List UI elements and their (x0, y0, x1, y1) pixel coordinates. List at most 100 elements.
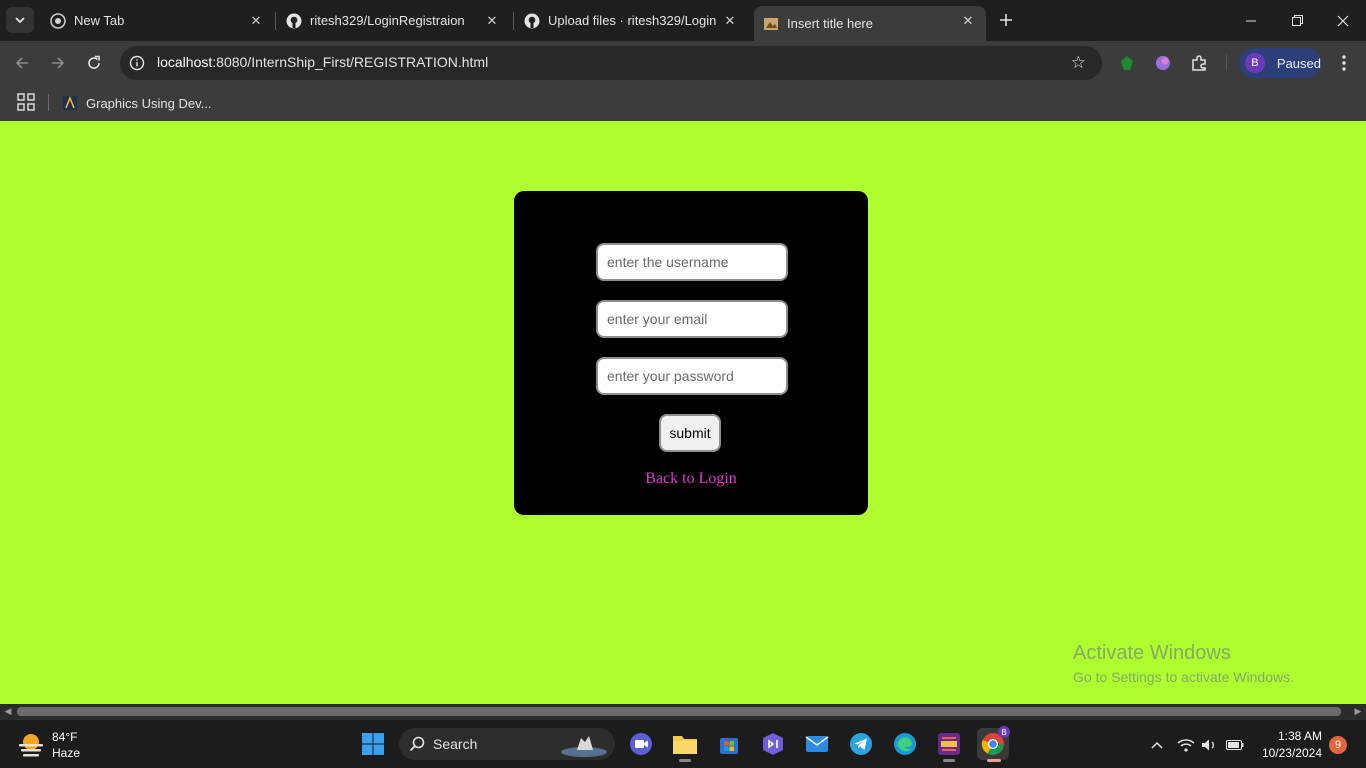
bookmark-label: Graphics Using Dev... (86, 95, 212, 111)
speaker-icon (1202, 739, 1214, 750)
running-indicator (679, 759, 691, 762)
clock-time: 1:38 AM (1277, 729, 1322, 743)
close-icon[interactable]: ✕ (960, 13, 976, 29)
plus-icon (1000, 14, 1012, 26)
running-indicator (987, 759, 1001, 762)
submit-button[interactable]: submit (659, 414, 721, 452)
minimize-button[interactable] (1228, 0, 1274, 41)
profile-button[interactable]: B Paused (1239, 48, 1321, 78)
bookmark-star-icon[interactable]: ☆ (1071, 53, 1086, 73)
extension-green-icon[interactable] (1115, 51, 1139, 75)
edge-icon (894, 733, 916, 755)
watermark-subtitle: Go to Settings to activate Windows. (1073, 669, 1294, 685)
scrollbar-thumb[interactable] (17, 707, 1341, 716)
address-bar[interactable]: localhost:8080/InternShip_First/REGISTRA… (120, 46, 1102, 80)
password-input[interactable] (596, 357, 788, 395)
haze-sun-icon (19, 734, 43, 757)
email-input[interactable] (596, 300, 788, 338)
tab-title: Upload files · ritesh329/LoginRe (548, 13, 716, 28)
arrow-right-icon (52, 57, 65, 69)
taskbar-game-app[interactable] (933, 728, 965, 762)
minimize-icon (1246, 20, 1256, 21)
weather-desc: Haze (52, 746, 81, 760)
windows-taskbar: 84°F Haze Search B 1:38 AM 10/23/2024 9 (0, 719, 1366, 768)
taskbar-telegram[interactable] (845, 728, 877, 760)
username-input[interactable] (596, 243, 788, 281)
scroll-right-icon[interactable]: ▶ (1352, 706, 1364, 717)
taskbar-file-explorer[interactable] (669, 728, 701, 762)
wifi-icon (1177, 738, 1195, 752)
back-to-login-link[interactable]: Back to Login (514, 470, 868, 488)
horizontal-scrollbar[interactable]: ◀ ▶ (0, 704, 1366, 719)
close-icon[interactable]: ✕ (248, 13, 264, 29)
url-host: localhost (157, 54, 213, 70)
bookmark-graphics[interactable]: Graphics Using Dev... (62, 91, 211, 115)
github-icon (286, 13, 302, 29)
video-call-icon (630, 733, 652, 755)
chevron-up-icon (1151, 741, 1163, 749)
windows-logo-icon (362, 733, 384, 755)
bookmarks-divider (48, 94, 49, 111)
page-viewport: submit Back to Login Activate Windows Go… (0, 121, 1366, 704)
tab-search-button[interactable] (6, 7, 34, 33)
info-icon[interactable] (128, 54, 146, 72)
close-window-button[interactable] (1320, 0, 1366, 41)
mail-icon (805, 736, 829, 752)
start-button[interactable] (357, 728, 389, 760)
visual-studio-icon (763, 733, 783, 755)
bookmark-favicon-icon (63, 95, 77, 110)
game-app-icon (938, 733, 960, 755)
clock-date: 10/23/2024 (1261, 746, 1322, 760)
notification-badge[interactable]: 9 (1329, 736, 1347, 754)
watermark-title: Activate Windows (1073, 642, 1231, 664)
chevron-down-icon (15, 17, 25, 24)
avatar: B (1245, 53, 1265, 73)
folder-icon (673, 736, 697, 754)
taskbar-store[interactable] (713, 728, 745, 760)
system-clock[interactable]: 1:38 AM 10/23/2024 (1252, 728, 1322, 762)
tab-github-repo[interactable]: ritesh329/LoginRegistraion ✕ (272, 0, 510, 41)
url-path: :8080/InternShip_First/REGISTRATION.html (212, 54, 489, 70)
weather-temp: 84°F (52, 730, 78, 744)
running-indicator (943, 759, 955, 762)
search-label: Search (433, 736, 478, 752)
bookmarks-bar: Graphics Using Dev... (0, 85, 1366, 121)
arrow-left-icon (15, 57, 28, 69)
restore-button[interactable] (1274, 0, 1320, 41)
scroll-left-icon[interactable]: ◀ (2, 706, 14, 717)
tray-overflow-button[interactable] (1150, 720, 1164, 768)
taskbar-edge[interactable] (889, 728, 921, 760)
taskbar-search[interactable]: Search (399, 728, 615, 760)
new-tab-button[interactable] (994, 8, 1018, 32)
reload-button[interactable] (81, 50, 107, 76)
more-vertical-icon (1342, 55, 1346, 71)
chrome-icon (50, 12, 66, 29)
close-icon[interactable]: ✕ (722, 13, 738, 29)
back-button[interactable] (9, 50, 35, 76)
tab-insert-title[interactable]: Insert title here ✕ (754, 6, 986, 41)
weather-widget[interactable]: 84°F Haze (16, 729, 80, 761)
browser-menu-button[interactable] (1333, 51, 1355, 75)
extension-purple-icon[interactable] (1151, 51, 1175, 75)
taskbar-chrome[interactable]: B (977, 726, 1010, 762)
telegram-icon (850, 733, 872, 755)
reload-icon (88, 55, 100, 69)
taskbar-visual-studio[interactable] (757, 728, 789, 760)
restore-icon (1291, 15, 1303, 26)
search-icon (409, 736, 425, 752)
taskbar-mail[interactable] (801, 728, 833, 760)
taskbar-teams-meet[interactable] (625, 728, 657, 760)
battery-status[interactable] (1226, 720, 1244, 768)
tab-new-tab[interactable]: New Tab ✕ (36, 0, 274, 41)
forward-button[interactable] (45, 50, 71, 76)
apps-grid-icon[interactable] (17, 93, 35, 111)
extensions-puzzle-icon[interactable] (1187, 51, 1211, 75)
activate-windows-watermark: Activate Windows Go to Settings to activ… (1073, 642, 1294, 685)
close-icon[interactable]: ✕ (484, 13, 500, 29)
github-icon (524, 13, 540, 29)
close-icon (1337, 15, 1349, 26)
tab-upload-files[interactable]: Upload files · ritesh329/LoginRe ✕ (510, 0, 748, 41)
volume-status[interactable] (1201, 720, 1219, 768)
store-icon (720, 738, 738, 754)
wifi-status[interactable] (1177, 720, 1195, 768)
